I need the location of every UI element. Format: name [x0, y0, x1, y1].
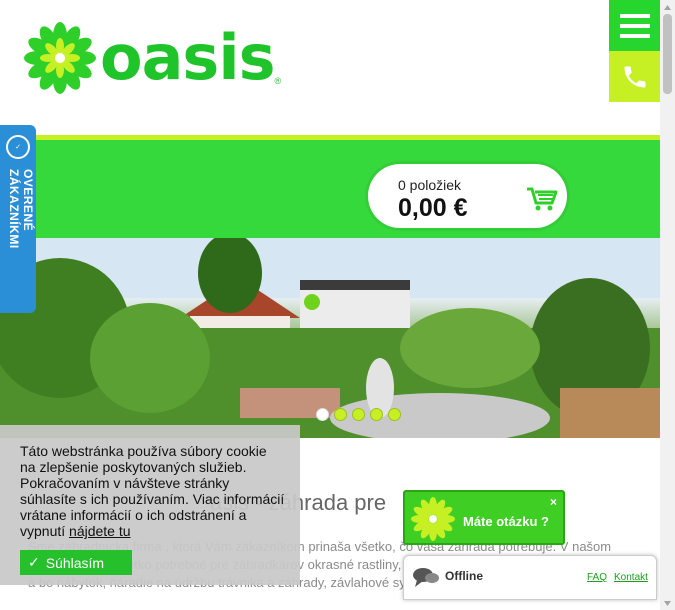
cookie-banner: Táto webstránka používa súbory cookie na… — [0, 425, 300, 585]
trust-badge-icon: ✓ — [6, 135, 30, 159]
chat-prompt-label: Máte otázku ? — [463, 514, 549, 529]
shopping-cart-icon — [527, 187, 558, 211]
slider-dot-2[interactable] — [334, 408, 347, 421]
menu-button[interactable] — [609, 0, 660, 51]
scrollbar[interactable] — [660, 0, 675, 610]
scroll-down-arrow-icon[interactable] — [660, 596, 675, 610]
phone-icon — [624, 66, 645, 87]
flower-logo-icon — [24, 22, 96, 94]
oasis-logo[interactable]: oasis ® — [24, 22, 281, 94]
hamburger-menu-icon — [619, 13, 650, 38]
scroll-thumb[interactable] — [663, 14, 672, 94]
trust-widget[interactable]: ✓ OVERENÉ ZÁKAZNÍKMI — [0, 125, 36, 313]
chat-status: Offline — [445, 569, 483, 583]
cookie-message: Táto webstránka používa súbory cookie na… — [20, 443, 285, 539]
chat-faq-link[interactable]: FAQ — [587, 572, 607, 583]
trust-widget-label: OVERENÉ ZÁKAZNÍKMI — [7, 169, 35, 249]
flower-chat-icon — [411, 497, 455, 541]
slider-dots — [316, 408, 401, 421]
slider-dot-5[interactable] — [388, 408, 401, 421]
slider-dot-3[interactable] — [352, 408, 365, 421]
page: oasis ® 0 položiek 0,00 € ✓ OVERENÉ ZÁKA… — [0, 0, 675, 610]
cookie-more-link[interactable]: nájdete tu — [69, 523, 131, 539]
chat-bubbles-icon — [413, 568, 439, 587]
cookie-accept-label: Súhlasím — [45, 554, 105, 571]
phone-button[interactable] — [609, 51, 660, 102]
scroll-up-arrow-icon[interactable] — [660, 0, 675, 14]
slider-dot-1[interactable] — [316, 408, 329, 421]
check-icon: ✓ — [28, 554, 40, 570]
chat-prompt-bubble[interactable]: Máte otázku ? × — [403, 490, 565, 545]
cookie-text: Táto webstránka používa súbory cookie na… — [20, 443, 285, 539]
cookie-accept-button[interactable]: ✓ Súhlasím — [20, 550, 132, 575]
cart-total: 0,00 € — [398, 194, 468, 222]
cart-item-count: 0 položiek — [398, 177, 462, 193]
chat-bar[interactable]: Offline FAQ Kontakt — [403, 555, 657, 600]
cart-button[interactable]: 0 položiek 0,00 € — [368, 164, 567, 228]
registered-mark: ® — [274, 76, 282, 86]
close-icon[interactable]: × — [550, 495, 557, 509]
logo-wordmark: oasis — [100, 21, 275, 94]
slider-dot-4[interactable] — [370, 408, 383, 421]
chat-contact-link[interactable]: Kontakt — [614, 572, 648, 583]
